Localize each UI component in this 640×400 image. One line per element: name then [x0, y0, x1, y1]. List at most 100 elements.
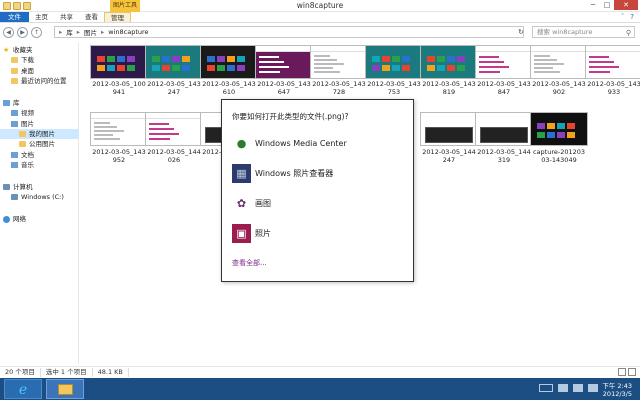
file-thumbnail[interactable]: [255, 45, 313, 79]
maximize-button[interactable]: □: [600, 0, 614, 10]
sidebar-item[interactable]: 图片: [0, 119, 34, 129]
file-name[interactable]: 2012-03-05_143 933: [579, 80, 640, 96]
folder-icon: [19, 141, 26, 147]
file-thumbnail[interactable]: [145, 45, 203, 79]
file-explorer-button[interactable]: [46, 379, 84, 399]
lib-icon: [11, 162, 18, 168]
tab-manage[interactable]: 管理: [104, 12, 131, 22]
search-input[interactable]: 搜索 win8capture ⚲: [532, 26, 635, 38]
refresh-icon[interactable]: ↻: [518, 26, 528, 38]
sidebar-item[interactable]: 我的图片: [0, 129, 79, 139]
tile-mark: [382, 65, 390, 71]
file-thumbnail[interactable]: [530, 45, 588, 79]
sidebar-item-label: 公用图片: [29, 140, 55, 148]
sidebar-item[interactable]: 文档: [0, 150, 34, 160]
tab-home[interactable]: 主页: [29, 12, 54, 22]
sidebar-item[interactable]: 下载: [0, 55, 34, 65]
file-thumbnail[interactable]: [310, 45, 368, 79]
sidebar-item[interactable]: 计算机: [0, 182, 33, 192]
file-thumbnail[interactable]: [90, 45, 148, 79]
tile-mark: [182, 56, 190, 62]
minimize-button[interactable]: ─: [586, 0, 600, 10]
details-view-icon[interactable]: [618, 368, 626, 376]
sidebar-item[interactable]: 桌面: [0, 66, 34, 76]
see-all-link[interactable]: 查看全部...: [232, 258, 267, 268]
close-button[interactable]: ✕: [614, 0, 638, 10]
breadcrumb-win8capture[interactable]: win8capture: [108, 28, 148, 36]
sidebar-item[interactable]: 最近访问的位置: [0, 76, 67, 86]
sidebar-item-label: 最近访问的位置: [21, 77, 67, 85]
tab-view[interactable]: 查看: [79, 12, 104, 22]
tile-mark: [172, 56, 180, 62]
tile-mark: [557, 132, 565, 138]
list-mark: [149, 138, 170, 140]
file-thumbnail[interactable]: [145, 112, 203, 146]
clock[interactable]: 下午 2:43 2012/3/5: [602, 382, 632, 398]
sidebar-item[interactable]: ★ 收藏夹: [0, 45, 33, 55]
large-icons-view-icon[interactable]: [628, 368, 636, 376]
app-bar-mark: [146, 113, 202, 119]
breadcrumb-separator: ▸: [101, 28, 105, 36]
tile-mark: [447, 56, 455, 62]
sidebar-item-label: 图片: [21, 120, 34, 128]
file-thumbnail[interactable]: [200, 45, 258, 79]
file-thumbnail[interactable]: [90, 112, 148, 146]
tile-mark: [457, 65, 465, 71]
breadcrumb-pictures[interactable]: 图片: [84, 27, 97, 37]
pc-icon: [3, 184, 10, 190]
selection-size: 48.1 KB: [93, 367, 129, 377]
breadcrumb-library[interactable]: 库: [66, 27, 73, 37]
option-label: Windows 照片查看器: [255, 168, 334, 178]
list-mark: [314, 59, 337, 61]
sidebar-item-label: 库: [13, 99, 20, 107]
tab-share[interactable]: 共享: [54, 12, 79, 22]
expand-ribbon-icon[interactable]: ˇ: [621, 12, 625, 22]
help-icon[interactable]: ?: [630, 12, 634, 22]
option-photo-viewer[interactable]: ▦ Windows 照片查看器: [232, 163, 333, 183]
file-thumbnail[interactable]: [530, 112, 588, 146]
option-photos[interactable]: ▣ 照片: [232, 223, 271, 243]
sidebar-item[interactable]: 视频: [0, 108, 34, 118]
sidebar-item[interactable]: 库: [0, 98, 20, 108]
forward-button[interactable]: ▶: [17, 27, 28, 38]
dialog-title: 你要如何打开此类型的文件(.png)?: [232, 112, 349, 121]
volume-icon[interactable]: [588, 384, 598, 392]
option-paint[interactable]: ✿ 画图: [232, 193, 271, 213]
tile-mark: [557, 123, 565, 129]
list-mark: [149, 133, 179, 135]
tile-mark: [117, 56, 125, 62]
sidebar-item[interactable]: 音乐: [0, 160, 34, 170]
address-bar[interactable]: ▸ 库 ▸ 图片 ▸ win8capture: [54, 26, 524, 38]
keyboard-icon[interactable]: [539, 384, 553, 392]
tab-file[interactable]: 文件: [0, 12, 29, 22]
sidebar-item[interactable]: 网络: [0, 214, 26, 224]
sidebar-item[interactable]: Windows (C:): [0, 192, 64, 202]
file-name[interactable]: capture-201203 03-143049: [524, 148, 594, 164]
list-mark: [479, 71, 500, 73]
file-thumbnail[interactable]: [475, 45, 533, 79]
back-button[interactable]: ◀: [3, 27, 14, 38]
file-thumbnail[interactable]: [365, 45, 423, 79]
tile-mark: [567, 123, 575, 129]
folder-icon: [11, 78, 18, 84]
photos-icon: ▣: [232, 223, 251, 243]
file-thumbnail[interactable]: [475, 112, 533, 146]
breadcrumb-separator: ▸: [76, 28, 81, 36]
internet-explorer-icon[interactable]: e: [4, 379, 42, 399]
star-icon: ★: [3, 45, 10, 54]
flag-icon[interactable]: [558, 384, 568, 392]
network-icon[interactable]: [573, 384, 583, 392]
status-bar: 20 个项目 选中 1 个项目 48.1 KB: [0, 366, 640, 377]
title-bar: win8capture 图片工具 ─ □ ✕: [0, 0, 640, 12]
option-windows-media-center[interactable]: ● Windows Media Center: [232, 133, 347, 153]
file-thumbnail[interactable]: [420, 45, 478, 79]
file-thumbnail[interactable]: [420, 112, 478, 146]
tile-mark: [547, 123, 555, 129]
tile-mark: [172, 65, 180, 71]
sidebar-item[interactable]: 公用图片: [0, 139, 55, 149]
tile-mark: [392, 65, 400, 71]
up-button[interactable]: ↑: [31, 27, 42, 38]
list-mark: [314, 55, 330, 57]
picture-tools-tab[interactable]: 图片工具: [110, 0, 140, 12]
file-thumbnail[interactable]: [585, 45, 640, 79]
